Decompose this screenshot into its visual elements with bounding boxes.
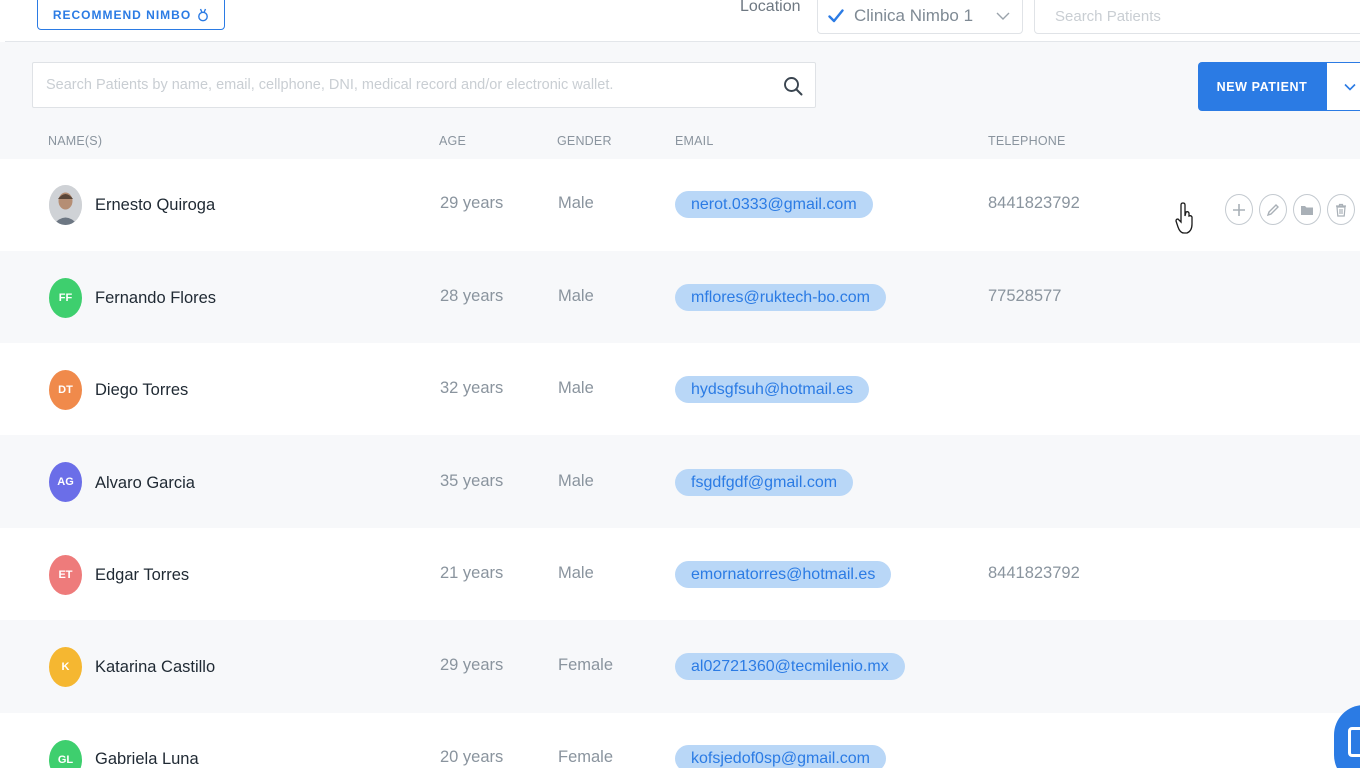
patient-age: 29 years — [440, 194, 504, 212]
patient-search-box — [32, 62, 816, 108]
trash-icon — [1336, 203, 1346, 217]
patient-age: 29 years — [440, 656, 504, 674]
patient-name[interactable]: Alvaro Garcia — [95, 474, 195, 493]
chevron-down-icon — [1344, 83, 1356, 91]
edit-button[interactable] — [1259, 194, 1287, 225]
top-search-input[interactable] — [1034, 0, 1360, 34]
new-patient-button[interactable]: NEW PATIENT — [1198, 62, 1326, 111]
hand-cursor-icon — [1175, 202, 1193, 234]
search-icon[interactable] — [783, 76, 803, 96]
patient-name[interactable]: Gabriela Luna — [95, 750, 199, 768]
chevron-down-icon — [996, 12, 1010, 20]
patient-email-pill[interactable]: al02721360@tecmilenio.mx — [675, 653, 905, 680]
patient-email-pill[interactable]: kofsjedof0sp@gmail.com — [675, 745, 886, 768]
avatar: DT — [49, 370, 82, 410]
header-email: EMAIL — [675, 134, 714, 148]
add-button[interactable] — [1225, 194, 1253, 225]
patient-name[interactable]: Diego Torres — [95, 381, 188, 400]
patient-age: 21 years — [440, 564, 504, 582]
patient-email-pill[interactable]: mflores@ruktech-bo.com — [675, 284, 886, 311]
avatar: ET — [49, 555, 82, 595]
topbar-divider — [5, 41, 1360, 42]
patient-email-pill[interactable]: fsgdfgdf@gmail.com — [675, 469, 854, 496]
patient-search-input[interactable] — [33, 63, 773, 107]
add-icon — [1233, 203, 1245, 216]
patient-email-pill[interactable]: hydsgfsuh@hotmail.es — [675, 376, 870, 403]
chat-icon — [1348, 727, 1360, 757]
patient-age: 32 years — [440, 379, 504, 397]
patient-email-pill[interactable]: emornatorres@hotmail.es — [675, 561, 892, 588]
patient-gender: Female — [558, 656, 614, 674]
patient-name[interactable]: Ernesto Quiroga — [95, 196, 215, 215]
recommend-nimbo-label: RECOMMEND NIMBO — [52, 8, 192, 22]
header-telephone: TELEPHONE — [988, 134, 1066, 148]
header-name: NAME(S) — [48, 134, 103, 148]
edit-icon — [1266, 203, 1279, 216]
patient-telephone: 8441823792 — [988, 194, 1080, 212]
patient-name[interactable]: Fernando Flores — [95, 289, 216, 308]
location-label: Location — [740, 0, 801, 15]
header-gender: GENDER — [557, 134, 612, 148]
location-select[interactable]: Clinica Nimbo 1 — [817, 0, 1023, 34]
patient-gender: Male — [558, 379, 594, 397]
check-icon — [828, 9, 844, 23]
top-bar: RECOMMEND NIMBO Location Clinica Nimbo 1 — [0, 0, 1360, 42]
recommend-nimbo-button[interactable]: RECOMMEND NIMBO — [37, 0, 225, 30]
patient-name[interactable]: Katarina Castillo — [95, 658, 215, 677]
patient-age: 20 years — [440, 748, 504, 766]
delete-button[interactable] — [1327, 194, 1355, 225]
patient-age: 28 years — [440, 287, 504, 305]
avatar: FF — [49, 278, 82, 318]
location-value: Clinica Nimbo 1 — [854, 6, 974, 25]
patient-gender: Male — [558, 564, 594, 582]
new-patient-dropdown-button[interactable] — [1326, 62, 1360, 111]
patient-gender: Female — [558, 748, 614, 766]
patient-gender: Male — [558, 472, 594, 490]
user-photo-icon — [49, 185, 82, 225]
medal-icon — [198, 8, 209, 22]
patient-gender: Male — [558, 194, 594, 212]
folder-icon — [1301, 205, 1313, 215]
avatar — [49, 185, 82, 225]
row-actions — [1225, 194, 1355, 225]
patient-email-pill[interactable]: nerot.0333@gmail.com — [675, 191, 873, 218]
patient-age: 35 years — [440, 472, 504, 490]
patient-telephone: 8441823792 — [988, 564, 1080, 582]
patient-telephone: 77528577 — [988, 287, 1062, 305]
patient-name[interactable]: Edgar Torres — [95, 566, 189, 585]
avatar: K — [49, 647, 82, 687]
header-age: AGE — [439, 134, 466, 148]
patient-gender: Male — [558, 287, 594, 305]
avatar: AG — [49, 462, 82, 502]
folder-button[interactable] — [1293, 194, 1321, 225]
